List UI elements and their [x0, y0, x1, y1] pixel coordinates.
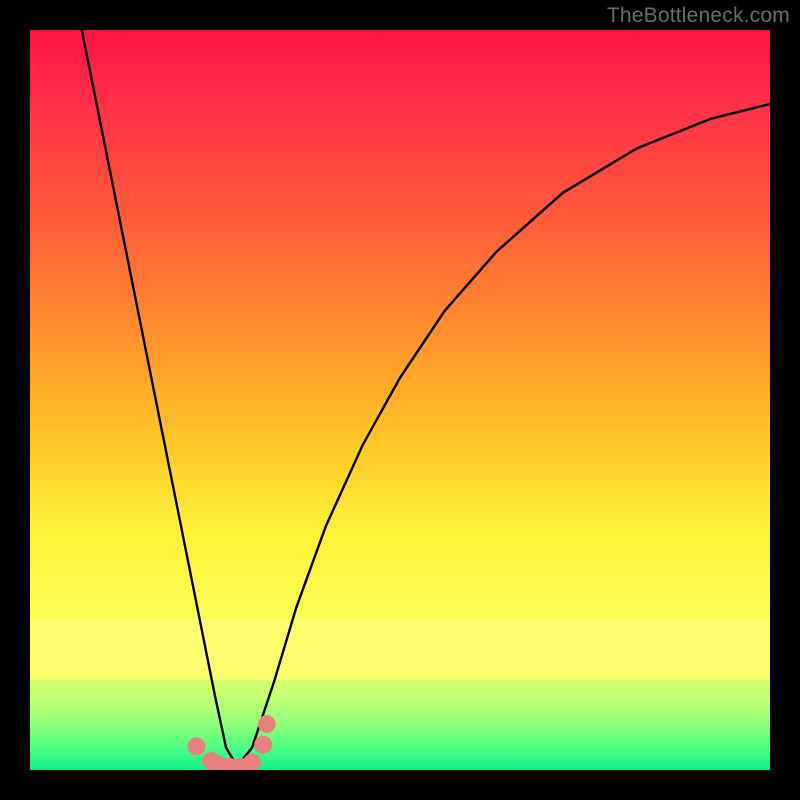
highlight-point	[254, 736, 272, 754]
plot-area	[30, 30, 770, 770]
highlight-point	[188, 737, 206, 755]
bottleneck-curve	[82, 30, 770, 766]
chart-frame: TheBottleneck.com	[0, 0, 800, 800]
watermark: TheBottleneck.com	[607, 4, 790, 28]
highlight-point	[258, 715, 276, 733]
curve-layer	[30, 30, 770, 770]
